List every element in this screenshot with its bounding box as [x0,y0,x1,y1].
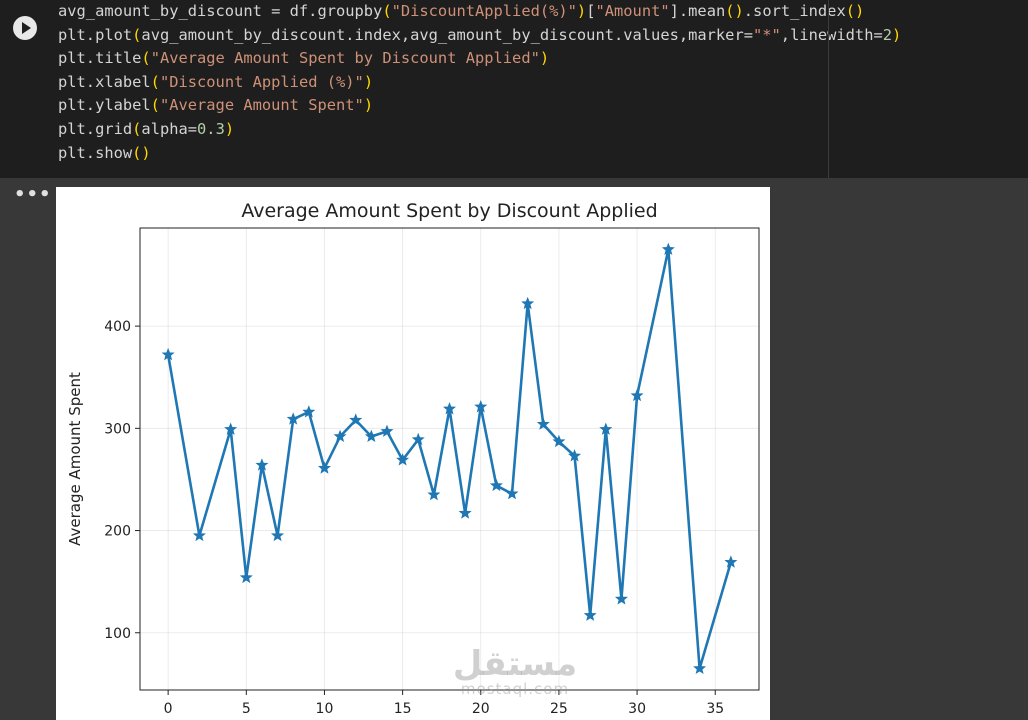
data-point [505,486,519,500]
watermark-arabic: مستقل [452,644,578,684]
x-tick-label: 30 [628,701,646,717]
code-line: avg_amount_by_discount = df.groupby("Dis… [58,2,865,20]
code-line: plt.ylabel("Average Amount Spent") [58,96,374,115]
x-tick-label: 25 [550,701,568,717]
watermark-latin: mostaql.com [460,680,570,698]
x-tick-label: 35 [706,701,724,717]
x-tick-label: 0 [164,701,173,717]
x-tick-label: 5 [242,701,251,717]
data-point [693,661,707,675]
x-tick-label: 10 [316,701,334,717]
y-tick-label: 100 [104,626,131,642]
data-point [614,592,628,605]
y-tick-label: 300 [104,421,131,437]
cell-output: ••• 0 5 10 15 20 25 30 35 100 200 300 400 Average Am… [0,178,1028,720]
y-axis-label: Average Amount Spent [66,372,84,546]
code-line: plt.show() [58,143,151,162]
y-tick-label: 400 [104,319,131,335]
code-line: plt.xlabel("Discount Applied (%)") [58,72,374,91]
data-point [583,608,597,621]
code-line: plt.title("Average Amount Spent by Disco… [58,49,550,68]
x-tick-label: 15 [394,701,412,717]
chart-title: Average Amount Spent by Discount Applied [241,200,657,222]
code-cell[interactable]: avg_amount_by_discount = df.groupby("Dis… [0,0,1028,178]
data-point [380,424,394,437]
code-editor[interactable]: avg_amount_by_discount = df.groupby("Dis… [58,0,901,165]
more-options-icon[interactable]: ••• [14,186,52,204]
data-point [192,528,206,542]
line-chart: 0 5 10 15 20 25 30 35 100 200 300 400 Average Amount… [66,200,760,717]
x-tick-label: 20 [472,701,490,717]
data-point [458,506,472,519]
data-point [271,528,285,542]
y-tick-label: 200 [104,524,131,540]
watermark: مستقل mostaql.com [450,644,580,698]
plot-figure: 0 5 10 15 20 25 30 35 100 200 300 400 Average Amount… [56,187,770,720]
data-point [427,487,441,501]
ruler-line [828,0,829,178]
code-line: plt.grid(alpha=0.3) [58,119,235,138]
series-line [166,248,733,670]
code-line: plt.plot(avg_amount_by_discount.index,av… [58,25,902,44]
run-cell-button[interactable] [13,16,37,40]
